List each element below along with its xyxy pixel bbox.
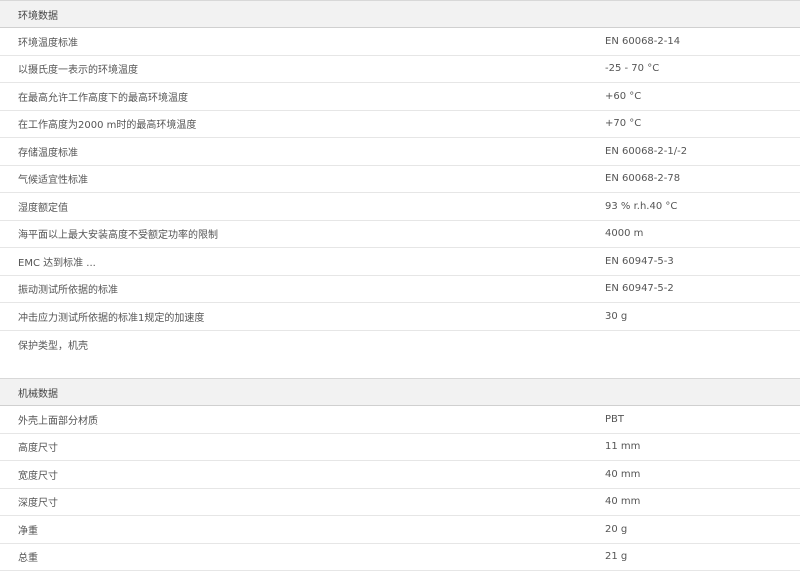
row-label: 在工作高度为2000 m时的最高环境温度 bbox=[18, 120, 197, 132]
row-value: 40 mm bbox=[605, 468, 641, 480]
row-value: 21 g bbox=[605, 551, 628, 563]
table-row: 气候适宜性标准 EN 60068-2-78 bbox=[0, 166, 800, 193]
row-value: +70 °C bbox=[605, 118, 642, 130]
table-row: 深度尺寸 40 mm bbox=[0, 489, 800, 516]
table-row: 海平面以上最大安装高度不受额定功率的限制 4000 m bbox=[0, 221, 800, 248]
row-label: 气候适宜性标准 bbox=[18, 175, 88, 187]
table-row: 环境温度标准 EN 60068-2-14 bbox=[0, 28, 800, 56]
row-label: 冲击应力测试所依据的标准1规定的加速度 bbox=[18, 312, 205, 324]
row-label: 以摄氏度一表示的环境温度 bbox=[18, 65, 138, 77]
row-label: 深度尺寸 bbox=[18, 498, 58, 510]
row-value: 20 g bbox=[605, 523, 628, 535]
row-value: EN 60068-2-1/-2 bbox=[605, 145, 688, 157]
row-label: 振动测试所依据的标准 bbox=[18, 285, 118, 297]
row-label: 外壳上面部分材质 bbox=[18, 415, 98, 427]
table-row: 以摄氏度一表示的环境温度 -25 - 70 °C bbox=[0, 56, 800, 83]
row-label: 保护类型，机壳 bbox=[18, 340, 88, 352]
table-row: 在最高允许工作高度下的最高环境温度 +60 °C bbox=[0, 83, 800, 111]
table-row: 振动测试所依据的标准 EN 60947-5-2 bbox=[0, 276, 800, 303]
table-row: 外壳上面部分材质 PBT bbox=[0, 406, 800, 434]
row-label: 高度尺寸 bbox=[18, 443, 58, 455]
row-label: 海平面以上最大安装高度不受额定功率的限制 bbox=[18, 230, 218, 242]
spec-table: 环境数据 环境温度标准 EN 60068-2-14 以摄氏度一表示的环境温度 -… bbox=[0, 0, 800, 571]
row-label: 湿度额定值 bbox=[18, 202, 68, 214]
row-label: 总重 bbox=[18, 553, 38, 565]
row-label: 存储温度标准 bbox=[18, 147, 78, 159]
table-row: 净重 20 g bbox=[0, 516, 800, 544]
row-value: 30 g bbox=[605, 310, 628, 322]
table-row: 宽度尺寸 40 mm bbox=[0, 461, 800, 489]
section-header-environmental: 环境数据 bbox=[0, 0, 800, 28]
row-value: EN 60068-2-78 bbox=[605, 173, 681, 185]
row-label: EMC 达到标准 ... bbox=[18, 257, 96, 269]
table-row: 在工作高度为2000 m时的最高环境温度 +70 °C bbox=[0, 111, 800, 138]
table-row: 保护类型，机壳 bbox=[0, 331, 800, 359]
row-value: 40 mm bbox=[605, 496, 641, 508]
row-value: EN 60947-5-3 bbox=[605, 255, 674, 267]
table-row: 湿度额定值 93 % r.h.40 °C bbox=[0, 193, 800, 221]
section-header-mechanical: 机械数据 bbox=[0, 378, 800, 406]
row-value: 93 % r.h.40 °C bbox=[605, 200, 678, 212]
table-row: 高度尺寸 11 mm bbox=[0, 434, 800, 461]
row-label: 净重 bbox=[18, 525, 38, 537]
table-row: EMC 达到标准 ... EN 60947-5-3 bbox=[0, 248, 800, 276]
row-label: 环境温度标准 bbox=[18, 37, 78, 49]
row-value: EN 60068-2-14 bbox=[605, 35, 681, 47]
table-row: 总重 21 g bbox=[0, 544, 800, 571]
row-value: -25 - 70 °C bbox=[605, 63, 660, 75]
row-value: +60 °C bbox=[605, 90, 642, 102]
row-value: 4000 m bbox=[605, 228, 644, 240]
table-row: 存储温度标准 EN 60068-2-1/-2 bbox=[0, 138, 800, 166]
table-row: 冲击应力测试所依据的标准1规定的加速度 30 g bbox=[0, 303, 800, 331]
row-value: PBT bbox=[605, 413, 624, 425]
row-value: EN 60947-5-2 bbox=[605, 283, 674, 295]
row-label: 宽度尺寸 bbox=[18, 470, 58, 482]
section-title: 机械数据 bbox=[18, 388, 58, 400]
section-title: 环境数据 bbox=[18, 10, 58, 22]
row-value: 11 mm bbox=[605, 441, 641, 453]
row-label: 在最高允许工作高度下的最高环境温度 bbox=[18, 92, 188, 104]
section-gap bbox=[0, 358, 800, 378]
